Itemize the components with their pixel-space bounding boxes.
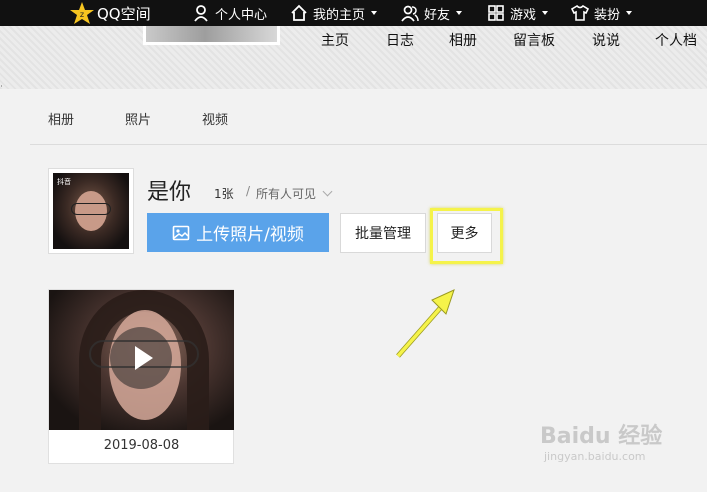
chevron-down-icon — [626, 11, 633, 15]
cover-glasses-shape — [71, 203, 111, 215]
video-date: 2019-08-08 — [103, 438, 180, 453]
chevron-down-icon — [322, 186, 333, 197]
chevron-down-icon — [371, 11, 378, 15]
top-bar: z QQ空间 个人中心 我的主页 好友 游戏 装扮 — [0, 0, 707, 26]
video-thumbnail[interactable] — [49, 290, 234, 430]
album-cover-image: 抖音 — [53, 173, 129, 249]
nav-friends[interactable]: 好友 — [401, 0, 463, 26]
space-nav-guestbook[interactable]: 留言板 — [513, 30, 555, 50]
tab-albums[interactable]: 相册 — [48, 109, 74, 128]
nav-my-homepage[interactable]: 我的主页 — [290, 0, 378, 26]
watermark-url: jingyan.baidu.com — [544, 450, 646, 463]
nav-label: 我的主页 — [313, 7, 366, 23]
space-nav-album[interactable]: 相册 — [449, 30, 477, 50]
pointer-arrow-icon — [396, 289, 455, 358]
star-logo-icon: z — [70, 2, 94, 24]
album-title: 是你 — [147, 180, 192, 205]
watermark-logo: Baidu 经验 — [540, 424, 663, 449]
batch-manage-button[interactable]: 批量管理 — [340, 213, 426, 253]
tab-videos[interactable]: 视频 — [202, 109, 228, 128]
friends-icon — [401, 5, 419, 22]
tabs-divider — [30, 144, 707, 145]
album-separator: / — [246, 184, 251, 198]
nav-label: 好友 — [424, 7, 451, 23]
album-cover[interactable]: 抖音 — [48, 168, 134, 254]
nav-games[interactable]: 游戏 — [487, 0, 549, 26]
chevron-down-icon — [542, 11, 549, 15]
qzone-logo[interactable]: z QQ空间 — [70, 1, 151, 25]
chevron-down-icon — [456, 11, 463, 15]
privacy-label: 所有人可见 — [256, 187, 317, 201]
nav-label: 装扮 — [594, 7, 621, 23]
svg-text:z: z — [80, 10, 84, 19]
edge-mark: ᐧ — [0, 82, 3, 93]
space-nav-blog[interactable]: 日志 — [386, 30, 414, 50]
album-privacy-selector[interactable]: 所有人可见 — [256, 185, 333, 202]
banner-avatar-thumb — [143, 26, 280, 45]
album-photo-count: 1张 — [214, 187, 234, 201]
image-upload-icon — [172, 225, 190, 240]
logo-text: QQ空间 — [97, 4, 151, 23]
upload-button-label: 上传照片/视频 — [196, 225, 304, 245]
highlight-box — [430, 208, 503, 264]
upload-photo-video-button[interactable]: 上传照片/视频 — [147, 213, 329, 252]
space-nav-profile[interactable]: 个人档 — [655, 30, 697, 50]
nav-personal-center[interactable]: 个人中心 — [192, 0, 267, 26]
tab-photos[interactable]: 照片 — [125, 109, 151, 128]
video-card[interactable]: 2019-08-08 — [48, 289, 234, 464]
home-icon — [291, 4, 307, 21]
space-nav-home[interactable]: 主页 — [321, 30, 349, 50]
cover-tiktok-tag: 抖音 — [57, 178, 71, 186]
nav-dress-up[interactable]: 装扮 — [571, 0, 633, 26]
person-icon — [194, 5, 208, 22]
grid-icon — [488, 5, 504, 21]
play-icon — [135, 346, 153, 370]
play-button[interactable] — [110, 327, 172, 389]
nav-label: 游戏 — [510, 7, 537, 23]
space-nav-shuoshuo[interactable]: 说说 — [592, 30, 620, 50]
baidu-jingyan-watermark: Baidu 经验 jingyan.baidu.com — [540, 418, 700, 468]
nav-label: 个人中心 — [215, 7, 268, 23]
shirt-icon — [571, 4, 589, 21]
